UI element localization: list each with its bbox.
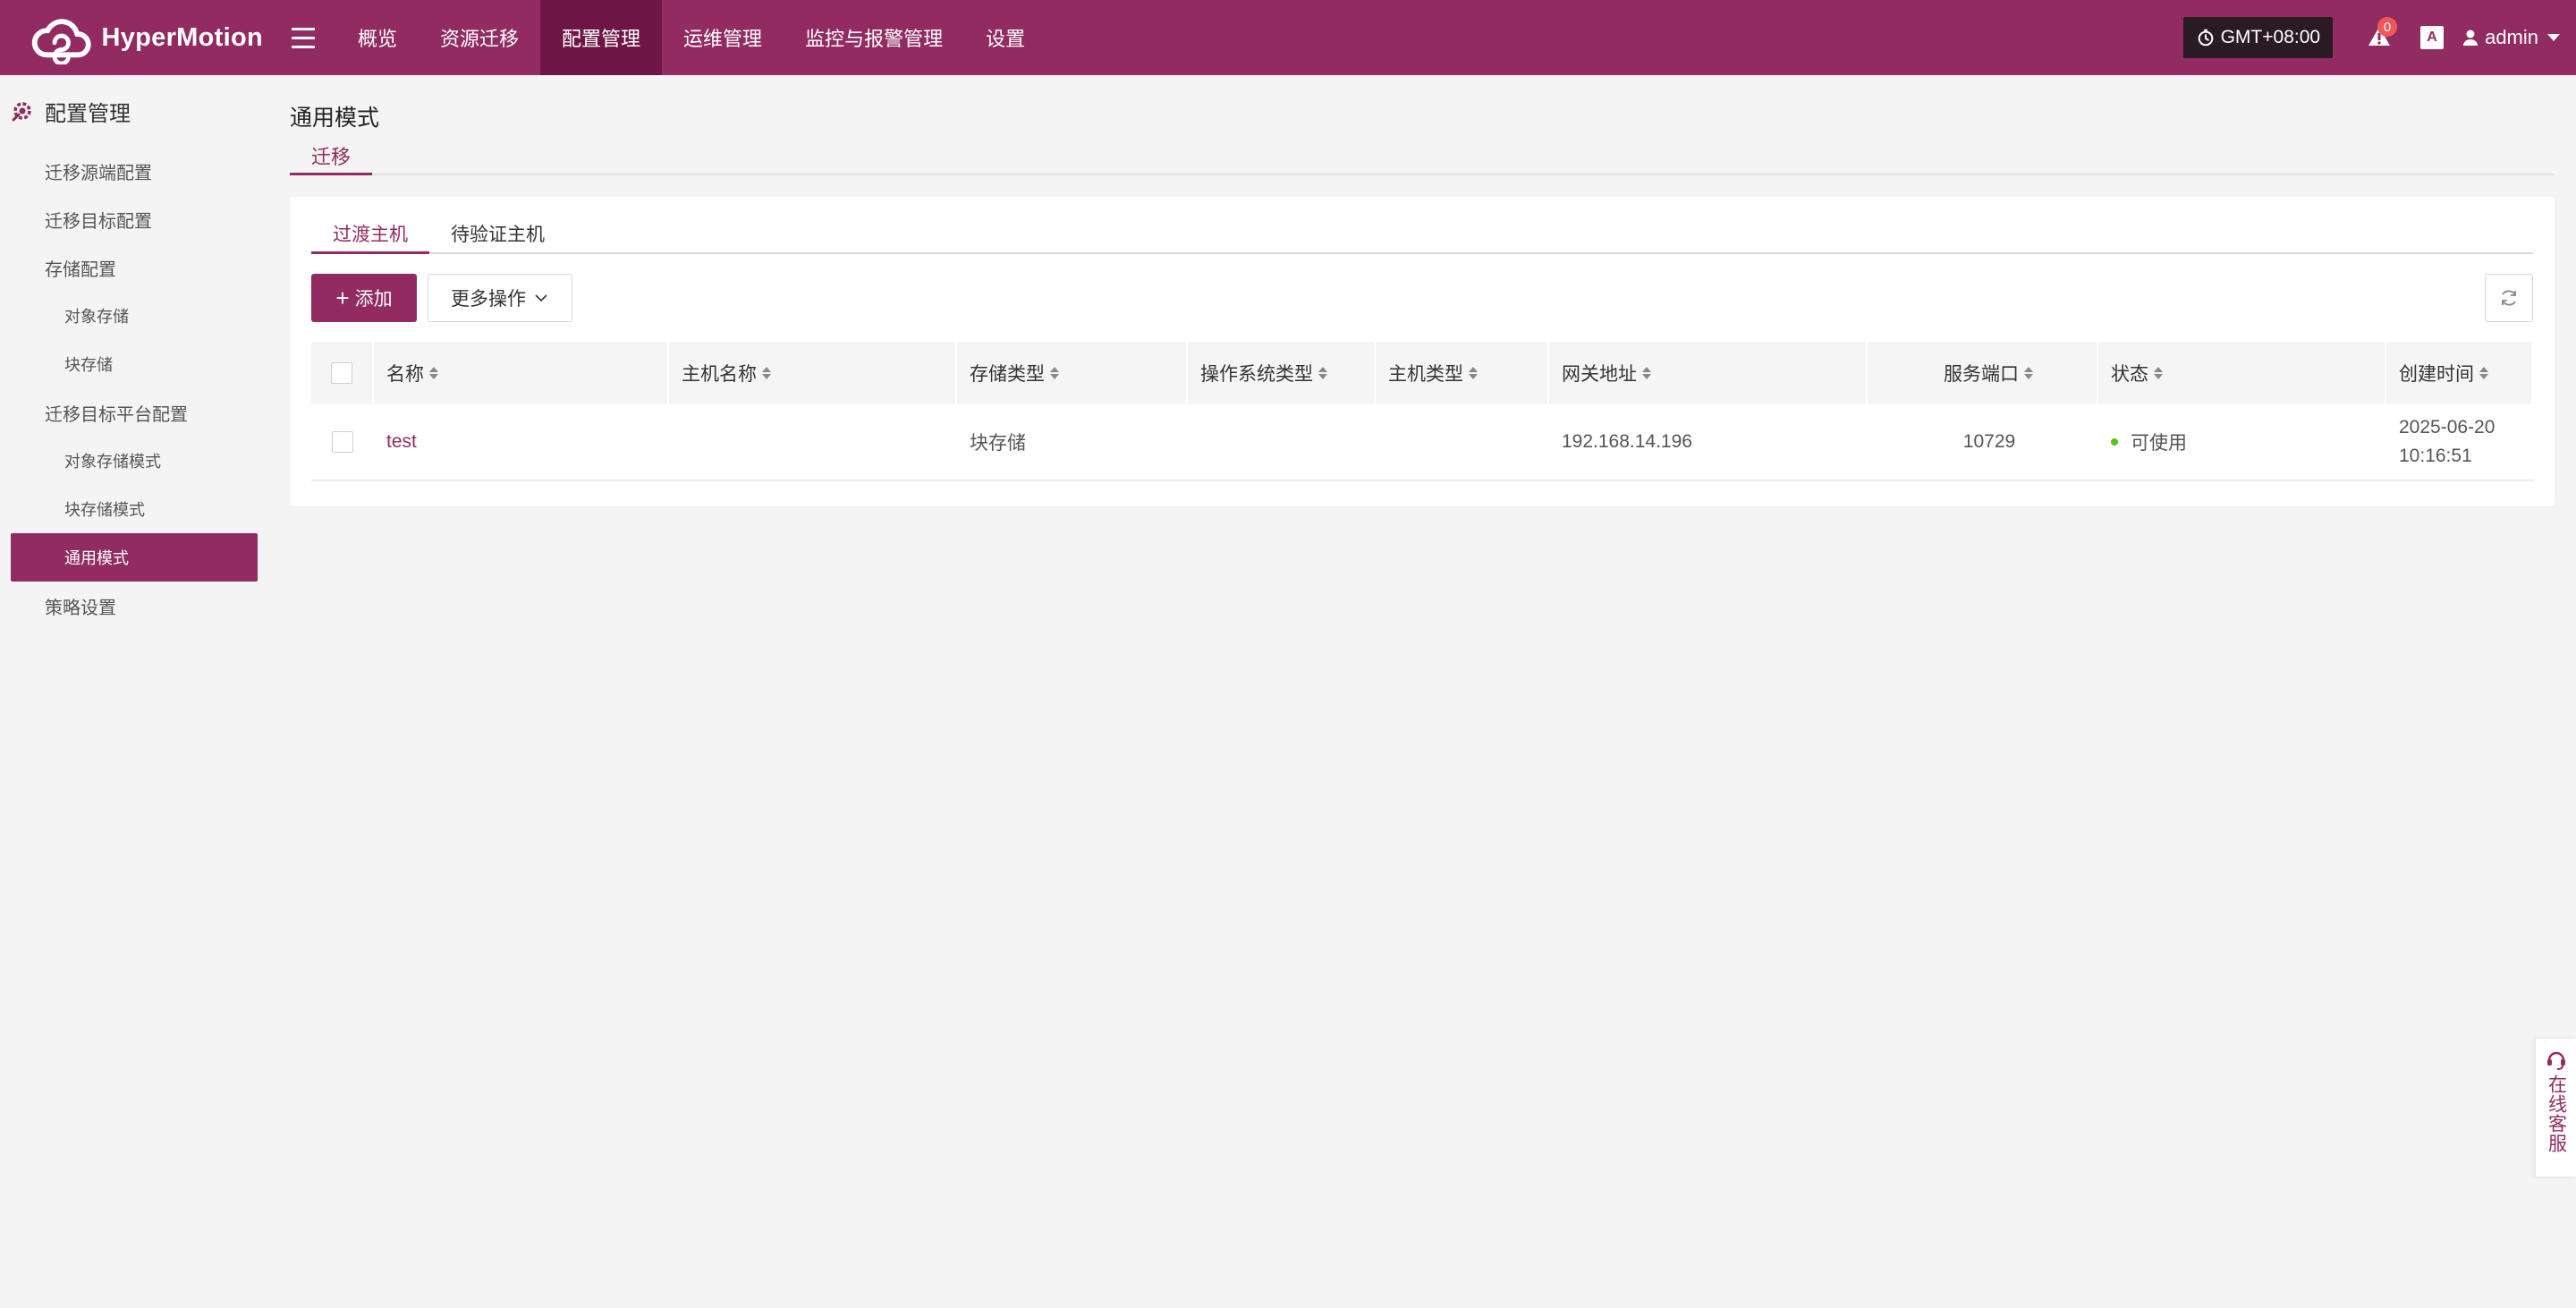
logo[interactable]: HyperMotion [29, 11, 263, 64]
table-header: 名称 主机名称 存储类型 操作系统类型 主机类型 网关地址 服务端口 状态 创建… [311, 342, 2533, 404]
hosts-table: 名称 主机名称 存储类型 操作系统类型 主机类型 网关地址 服务端口 状态 创建… [311, 342, 2533, 481]
online-service-label: 在线客服 [2546, 1074, 2567, 1153]
headset-icon [2546, 1051, 2565, 1070]
sidebar-item-policy-settings[interactable]: 策略设置 [0, 582, 268, 630]
sidebar-item-block-storage[interactable]: 块存储 [0, 340, 268, 388]
page-title: 通用模式 [290, 106, 380, 131]
user-menu[interactable]: admin [2462, 26, 2560, 49]
sidebar-item-generic-mode[interactable]: 通用模式 [11, 533, 258, 582]
sidebar: 配置管理 迁移源端配置 迁移目标配置 存储配置 对象存储 块存储 迁移目标平台配… [0, 75, 268, 1308]
brand-name: HyperMotion [101, 22, 263, 52]
cell-os-type [1188, 404, 1376, 480]
sort-icon[interactable] [1050, 367, 1059, 379]
timezone-button[interactable]: GMT+08:00 [2182, 17, 2334, 58]
timezone-label: GMT+08:00 [2220, 27, 2321, 47]
row-checkbox[interactable] [332, 431, 353, 453]
sidebar-item-target-platform-config[interactable]: 迁移目标平台配置 [0, 388, 268, 437]
sidebar-item-storage-config[interactable]: 存储配置 [0, 243, 268, 292]
tab-pending-verify-host[interactable]: 待验证主机 [429, 215, 566, 252]
alert-count-badge: 0 [2377, 17, 2398, 37]
language-switch-icon[interactable]: A [2420, 26, 2445, 49]
sidebar-item-source-config[interactable]: 迁移源端配置 [0, 147, 268, 195]
tab-migration[interactable]: 迁移 [290, 138, 373, 175]
sort-icon[interactable] [2479, 367, 2488, 379]
nav-item-resource-migration[interactable]: 资源迁移 [419, 0, 540, 75]
column-header-storage-type[interactable]: 存储类型 [957, 342, 1188, 404]
alert-button[interactable]: 0 [2367, 17, 2398, 51]
host-tabs: 过渡主机 待验证主机 [311, 215, 2533, 254]
add-button-label: 添加 [354, 289, 393, 310]
nav-item-ops-management[interactable]: 运维管理 [662, 0, 784, 75]
cell-gateway: 192.168.14.196 [1562, 431, 1692, 452]
cell-storage-type: 块存储 [970, 433, 1026, 454]
column-header-os-type[interactable]: 操作系统类型 [1188, 342, 1376, 404]
username: admin [2485, 26, 2538, 48]
cell-name: test [374, 404, 669, 480]
column-header-name[interactable]: 名称 [374, 342, 669, 404]
config-gear-icon [12, 102, 31, 122]
select-all-cell [311, 342, 374, 404]
top-navigation-bar: HyperMotion 概览 资源迁移 配置管理 运维管理 监控与报警管理 设置… [0, 0, 2576, 75]
column-header-gateway[interactable]: 网关地址 [1549, 342, 1868, 404]
online-service-button[interactable]: 在线客服 [2535, 1038, 2576, 1177]
chevron-down-icon [535, 294, 547, 302]
cell-port: 10729 [1962, 431, 2016, 452]
page-tabs: 迁移 [290, 138, 2555, 175]
refresh-button[interactable] [2485, 274, 2533, 322]
cell-status: 可使用 [2098, 404, 2386, 480]
column-header-host-name[interactable]: 主机名称 [669, 342, 957, 404]
table-row: test 块存储 192.168.14.196 10729 可使用 2025-0… [311, 404, 2533, 481]
created-time: 10:16:51 [2399, 446, 2472, 466]
status-label: 可使用 [2131, 433, 2187, 454]
caret-down-icon [2547, 34, 2560, 41]
sort-icon[interactable] [429, 367, 438, 379]
select-all-checkbox[interactable] [331, 362, 352, 384]
sidebar-item-object-storage-mode[interactable]: 对象存储模式 [0, 437, 268, 485]
more-actions-label: 更多操作 [451, 289, 526, 310]
main-nav: 概览 资源迁移 配置管理 运维管理 监控与报警管理 设置 [336, 0, 1046, 75]
sort-icon[interactable] [1642, 367, 1651, 379]
sort-icon[interactable] [1318, 367, 1327, 379]
nav-item-settings[interactable]: 设置 [964, 0, 1046, 75]
nav-item-config-management[interactable]: 配置管理 [540, 0, 663, 75]
created-date: 2025-06-20 [2399, 417, 2496, 437]
add-button[interactable]: + 添加 [311, 274, 417, 322]
cell-host-type [1376, 404, 1549, 480]
table-toolbar: + 添加 更多操作 [311, 274, 2533, 322]
cell-created-time: 2025-06-20 10:16:51 [2386, 404, 2533, 480]
refresh-icon [2502, 290, 2516, 306]
sort-icon[interactable] [2154, 367, 2163, 379]
clock-icon [2198, 29, 2213, 47]
tab-transition-host[interactable]: 过渡主机 [311, 215, 429, 254]
cloud-logo-icon [31, 19, 91, 64]
main-content: 通用模式 迁移 过渡主机 待验证主机 + 添加 更多操作 名称 主机名称 存储类… [290, 75, 2555, 506]
host-name-link[interactable]: test [386, 431, 417, 453]
sidebar-item-block-storage-mode[interactable]: 块存储模式 [0, 485, 268, 533]
nav-item-overview[interactable]: 概览 [336, 0, 419, 75]
column-header-created-time[interactable]: 创建时间 [2386, 342, 2533, 404]
sidebar-title: 配置管理 [0, 75, 268, 147]
cell-host-name [669, 404, 957, 480]
nav-item-monitor-alert[interactable]: 监控与报警管理 [784, 0, 964, 75]
more-actions-dropdown[interactable]: 更多操作 [428, 274, 572, 322]
sort-icon[interactable] [2024, 367, 2033, 379]
content-card: 过渡主机 待验证主机 + 添加 更多操作 名称 主机名称 存储类型 操作系统类型… [290, 197, 2555, 506]
status-dot [2111, 438, 2118, 446]
sidebar-item-target-config[interactable]: 迁移目标配置 [0, 195, 268, 243]
topbar-actions: GMT+08:00 0 A admin [2182, 0, 2576, 75]
column-header-port[interactable]: 服务端口 [1868, 342, 2098, 404]
column-header-host-type[interactable]: 主机类型 [1376, 342, 1549, 404]
sidebar-title-label: 配置管理 [45, 101, 131, 126]
plus-icon: + [335, 285, 350, 311]
user-icon [2463, 30, 2479, 46]
sidebar-item-object-storage[interactable]: 对象存储 [0, 292, 268, 340]
menu-toggle-icon[interactable] [292, 20, 327, 55]
sort-icon[interactable] [762, 367, 771, 379]
sort-icon[interactable] [1469, 367, 1478, 379]
column-header-status[interactable]: 状态 [2098, 342, 2386, 404]
row-select-cell [311, 404, 374, 480]
